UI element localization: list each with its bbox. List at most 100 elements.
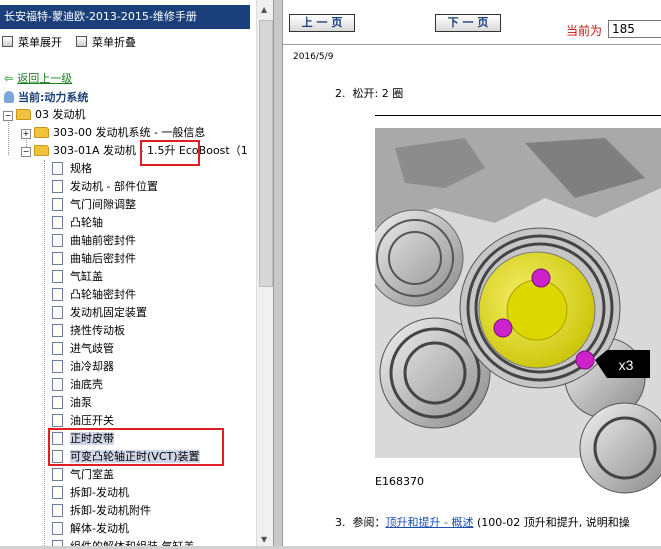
document-page-icon xyxy=(52,450,63,463)
tree-page-item[interactable]: 发动机固定装置 xyxy=(52,304,147,322)
tree-page-item[interactable]: 油压开关 xyxy=(52,412,114,430)
next-page-button[interactable]: 下 一 页 xyxy=(435,14,501,32)
figure-rule xyxy=(375,115,661,116)
back-arrow-icon: ⇦ xyxy=(4,72,14,85)
document-page-icon xyxy=(52,378,63,391)
tree-page-label: 凸轮轴密封件 xyxy=(70,288,136,301)
tree-page-label: 油压开关 xyxy=(70,414,114,427)
crankshaft-pulley-image: x3 xyxy=(375,128,661,498)
tree-page-label: 拆卸-发动机 xyxy=(70,486,129,499)
document-page-icon xyxy=(52,324,63,337)
jacking-lifting-link[interactable]: 顶升和提升 - 概述 xyxy=(386,516,474,529)
tree-page-label: 发动机 - 部件位置 xyxy=(70,180,158,193)
tree-node-303-00[interactable]: +303-00 发动机系统 - 一般信息 xyxy=(21,124,205,142)
tree-node-label: 03 发动机 xyxy=(35,108,86,121)
menu-expand-icon xyxy=(2,36,13,47)
tree-page-label: 凸轮轴 xyxy=(70,216,103,229)
tree-page-label: 正时皮带 xyxy=(70,432,114,445)
manual-title: 长安福特-蒙迪欧-2013-2015-维修手册 xyxy=(0,5,250,29)
tree-page-item[interactable]: 油泵 xyxy=(52,394,92,412)
tree-page-item[interactable]: 解体-发动机 xyxy=(52,520,129,538)
tree-page-item[interactable]: 气缸盖 xyxy=(52,268,103,286)
tree-node-label: 303-01A 发动机 - 1.5升 EcoBoost（1 xyxy=(53,144,248,157)
step-number: 2. xyxy=(335,87,346,100)
menu-collapse-icon xyxy=(76,36,87,47)
tree-page-item[interactable]: 拆卸-发动机附件 xyxy=(52,502,151,520)
tree-page-item[interactable]: 曲轴前密封件 xyxy=(52,232,136,250)
tree-page-label: 油冷却器 xyxy=(70,360,114,373)
tree-node-engine[interactable]: − 03 发动机 xyxy=(3,106,86,124)
tree-page-label: 发动机固定装置 xyxy=(70,306,147,319)
prev-page-label: 上 一 页 xyxy=(301,16,343,29)
nav-scrollbar[interactable]: ▲ ▼ xyxy=(256,0,274,549)
tree-page-label: 可变凸轮轴正时(VCT)装置 xyxy=(70,450,200,463)
scroll-down-icon[interactable]: ▼ xyxy=(261,535,267,544)
scroll-up-icon[interactable]: ▲ xyxy=(261,5,267,14)
tree-page-item[interactable]: 拆卸-发动机 xyxy=(52,484,129,502)
current-page-label: 当前为 xyxy=(566,24,603,38)
tree-page-label: 解体-发动机 xyxy=(70,522,129,535)
step-2: 2. 松开: 2 圈 xyxy=(335,85,403,101)
document-page-icon xyxy=(52,432,63,445)
document-page-icon xyxy=(52,216,63,229)
collapse-menu-button[interactable]: 菜单折叠 xyxy=(76,35,136,51)
document-page-icon xyxy=(52,270,63,283)
prev-page-button[interactable]: 上 一 页 xyxy=(289,14,355,32)
back-link-label: 返回上一级 xyxy=(17,72,73,85)
tree-page-label: 进气歧管 xyxy=(70,342,114,355)
tree-page-item[interactable]: 正时皮带 xyxy=(52,430,114,448)
tree-page-item[interactable]: 进气歧管 xyxy=(52,340,114,358)
document-page-icon xyxy=(52,234,63,247)
document-page-icon xyxy=(52,162,63,175)
document-page-icon xyxy=(52,414,63,427)
step-suffix: (100-02 顶升和提升, 说明和操 xyxy=(473,516,630,529)
tree-node-303-01a[interactable]: − 303-01A 发动机 - 1.5升 EcoBoost（1 xyxy=(21,142,248,160)
step-prefix: 参阅： xyxy=(352,516,386,529)
scrollbar-thumb[interactable] xyxy=(259,20,273,287)
tree-page-item[interactable]: 规格 xyxy=(52,160,92,178)
next-page-label: 下 一 页 xyxy=(447,16,489,29)
tree-page-item[interactable]: 挠性传动板 xyxy=(52,322,125,340)
tree-page-label: 规格 xyxy=(70,162,92,175)
tree-page-label: 曲轴后密封件 xyxy=(70,252,136,265)
tree-page-label: 气门间隙调整 xyxy=(70,198,136,211)
tree-page-item[interactable]: 油冷却器 xyxy=(52,358,114,376)
back-link[interactable]: ⇦ 返回上一级 xyxy=(4,70,72,86)
engine-illustration: x3 xyxy=(375,128,661,498)
document-page-icon xyxy=(52,522,63,535)
tree-page-item[interactable]: 凸轮轴 xyxy=(52,214,103,232)
tree-page-label: 拆卸-发动机附件 xyxy=(70,504,151,517)
tree-page-label: 挠性传动板 xyxy=(70,324,125,337)
step-3: 3. 参阅：顶升和提升 - 概述 (100-02 顶升和提升, 说明和操 xyxy=(335,514,630,530)
pane-splitter[interactable] xyxy=(273,0,283,549)
collapse-toggle-icon[interactable]: − xyxy=(21,147,31,157)
tree-page-label: 油底壳 xyxy=(70,378,103,391)
page-number-input[interactable] xyxy=(608,20,661,38)
expand-menu-button[interactable]: 菜单展开 xyxy=(2,35,62,51)
collapse-toggle-icon[interactable]: − xyxy=(3,111,13,121)
tree-page-label: 油泵 xyxy=(70,396,92,409)
document-page-icon xyxy=(52,180,63,193)
folder-icon xyxy=(34,127,49,138)
document-page-icon xyxy=(52,504,63,517)
tree-page-label: 曲轴前密封件 xyxy=(70,234,136,247)
folder-open-icon xyxy=(16,109,31,120)
tree-page-item[interactable]: 可变凸轮轴正时(VCT)装置 xyxy=(52,448,200,466)
document-page-icon xyxy=(52,486,63,499)
step-number: 3. xyxy=(335,516,346,529)
document-page-icon xyxy=(52,306,63,319)
document-page-icon xyxy=(52,252,63,265)
person-icon xyxy=(4,91,14,103)
tree-page-item[interactable]: 凸轮轴密封件 xyxy=(52,286,136,304)
tree-page-item[interactable]: 油底壳 xyxy=(52,376,103,394)
tree-page-item[interactable]: 气门室盖 xyxy=(52,466,114,484)
document-page-icon xyxy=(52,342,63,355)
navigation-pane: 长安福特-蒙迪欧-2013-2015-维修手册 菜单展开 菜单折叠 ⇦ 返回上一级… xyxy=(0,0,256,549)
tree-page-item[interactable]: 曲轴后密封件 xyxy=(52,250,136,268)
expand-menu-label: 菜单展开 xyxy=(18,36,62,49)
tree-page-item[interactable]: 气门间隙调整 xyxy=(52,196,136,214)
expand-toggle-icon[interactable]: + xyxy=(21,129,31,139)
page-toolbar: 上 一 页 下 一 页 当前为 xyxy=(283,0,661,45)
document-pane: 上 一 页 下 一 页 当前为 2016/5/9 2. 松开: 2 圈 xyxy=(283,0,661,549)
tree-page-item[interactable]: 发动机 - 部件位置 xyxy=(52,178,158,196)
